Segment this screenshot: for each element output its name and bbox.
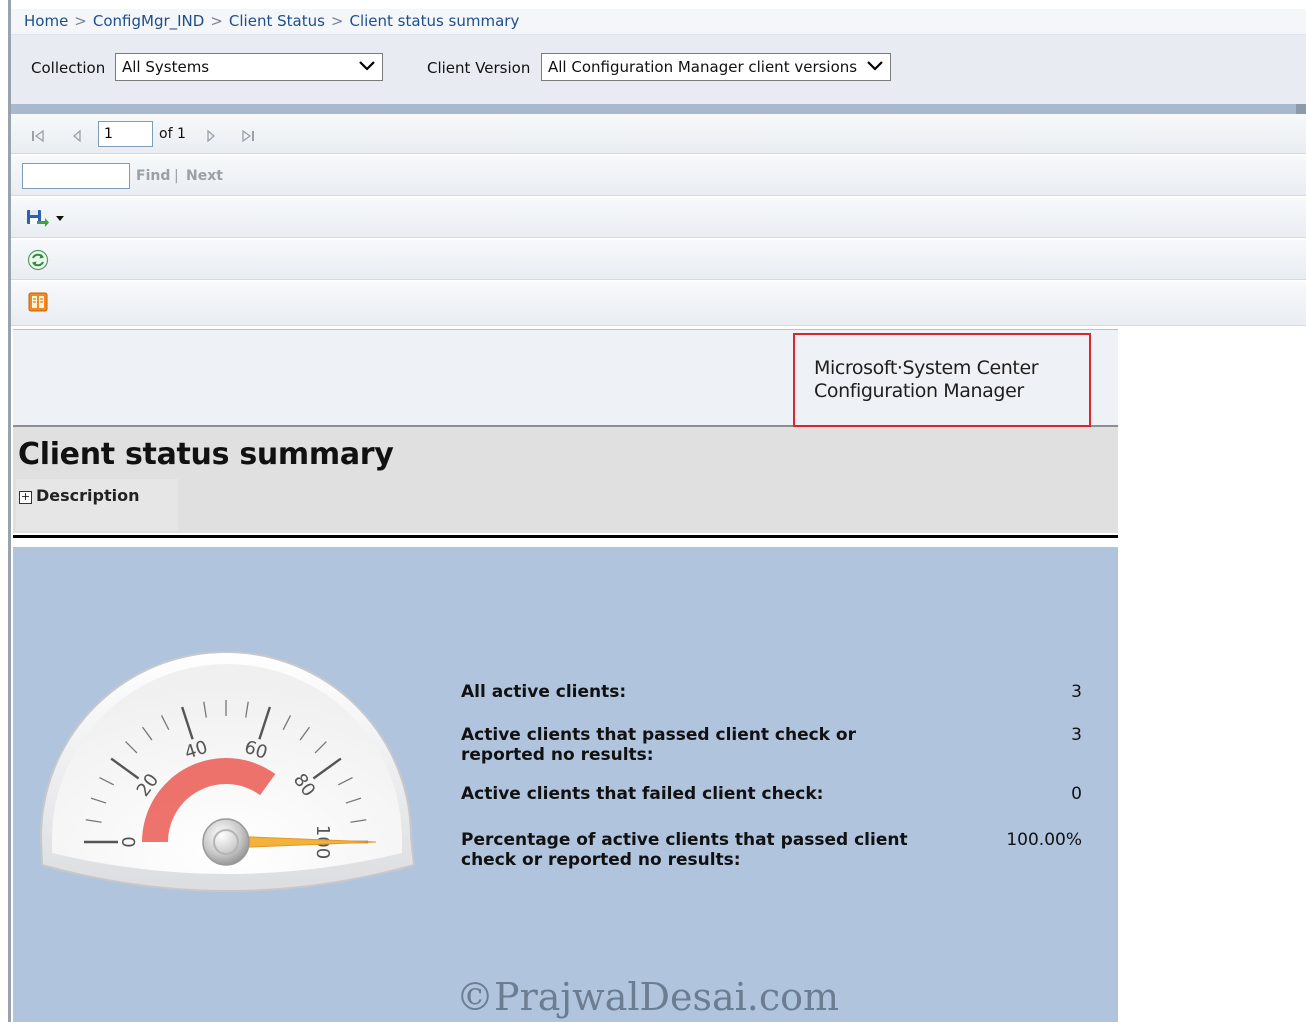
breadcrumb-current[interactable]: Client status summary — [349, 12, 519, 30]
report-title-band: Client status summary + Description — [13, 427, 1118, 533]
splitter-handle[interactable] — [1296, 104, 1306, 114]
breadcrumb-home[interactable]: Home — [24, 12, 68, 30]
description-section: + Description — [16, 479, 178, 531]
client-status-gauge: 020406080100 — [39, 651, 416, 892]
print-toolbar — [11, 282, 1306, 326]
metric-value-failed: 0 — [1071, 784, 1082, 804]
find-separator: | — [174, 168, 179, 184]
metric-label-all-active: All active clients: — [461, 682, 627, 702]
logo-line-2: Configuration Manager — [814, 380, 1024, 402]
previous-page-icon[interactable] — [69, 128, 85, 144]
report-title: Client status summary — [18, 437, 394, 472]
gauge-tick-label: 0 — [119, 836, 140, 847]
breadcrumb-configmgr[interactable]: ConfigMgr_IND — [93, 12, 204, 30]
expand-plus-icon[interactable]: + — [19, 491, 32, 504]
collection-label: Collection — [31, 59, 106, 77]
product-logo-highlight: Microsoft·System Center Configuration Ma… — [793, 333, 1091, 427]
parameter-splitter-bar[interactable] — [11, 104, 1306, 114]
dropdown-arrow-icon[interactable] — [56, 216, 64, 222]
breadcrumb-separator: > — [210, 12, 223, 30]
breadcrumb-separator: > — [74, 12, 87, 30]
report-divider — [13, 535, 1118, 538]
metric-value-all-active: 3 — [1071, 682, 1082, 702]
report-header: Microsoft·System Center Configuration Ma… — [13, 329, 1118, 427]
export-toolbar — [11, 198, 1306, 238]
client-version-select[interactable]: All Configuration Manager client version… — [541, 53, 891, 81]
breadcrumb-separator: > — [330, 12, 344, 30]
find-link[interactable]: Find — [136, 168, 170, 184]
metric-value-percentage: 100.00% — [1006, 830, 1082, 850]
next-link[interactable]: Next — [186, 168, 223, 184]
page-number-input[interactable]: 1 — [98, 121, 153, 147]
breadcrumb-client-status[interactable]: Client Status — [229, 12, 325, 30]
metric-label-passed: Active clients that passed client check … — [461, 725, 856, 765]
print-icon[interactable] — [26, 291, 50, 313]
report-parameters: Collection All Systems Client Version Al… — [11, 34, 1306, 105]
breadcrumb: Home > ConfigMgr_IND > Client Status > Client … — [11, 9, 1306, 34]
chevron-down-icon — [867, 61, 883, 71]
client-version-select-value: All Configuration Manager client version… — [548, 58, 858, 76]
find-text-input[interactable] — [22, 163, 130, 189]
client-version-label: Client Version — [427, 59, 531, 77]
next-page-icon[interactable] — [203, 128, 219, 144]
refresh-icon[interactable] — [26, 249, 50, 271]
first-page-icon[interactable] — [30, 128, 46, 144]
metric-value-passed: 3 — [1071, 725, 1082, 745]
chevron-down-icon — [359, 61, 375, 71]
collection-select-value: All Systems — [122, 58, 210, 76]
summary-panel: 020406080100 All active clients: 3 Activ… — [13, 547, 1118, 1022]
page-count-label: of 1 — [159, 126, 186, 142]
find-toolbar: Find | Next — [11, 156, 1306, 196]
logo-line-1: Microsoft·System Center — [814, 357, 1039, 379]
watermark-text: ©PrajwalDesai.com — [456, 975, 840, 1019]
description-label: Description — [36, 486, 140, 505]
collection-select[interactable]: All Systems — [115, 53, 383, 81]
gauge-hub — [202, 818, 250, 866]
metric-label-percentage: Percentage of active clients that passed… — [461, 830, 908, 870]
refresh-toolbar — [11, 240, 1306, 280]
description-toggle[interactable]: + Description — [19, 486, 139, 505]
metric-label-failed: Active clients that failed client check: — [461, 784, 824, 804]
paging-toolbar: 1 of 1 — [11, 114, 1306, 154]
save-export-icon[interactable] — [26, 207, 50, 229]
last-page-icon[interactable] — [240, 128, 256, 144]
